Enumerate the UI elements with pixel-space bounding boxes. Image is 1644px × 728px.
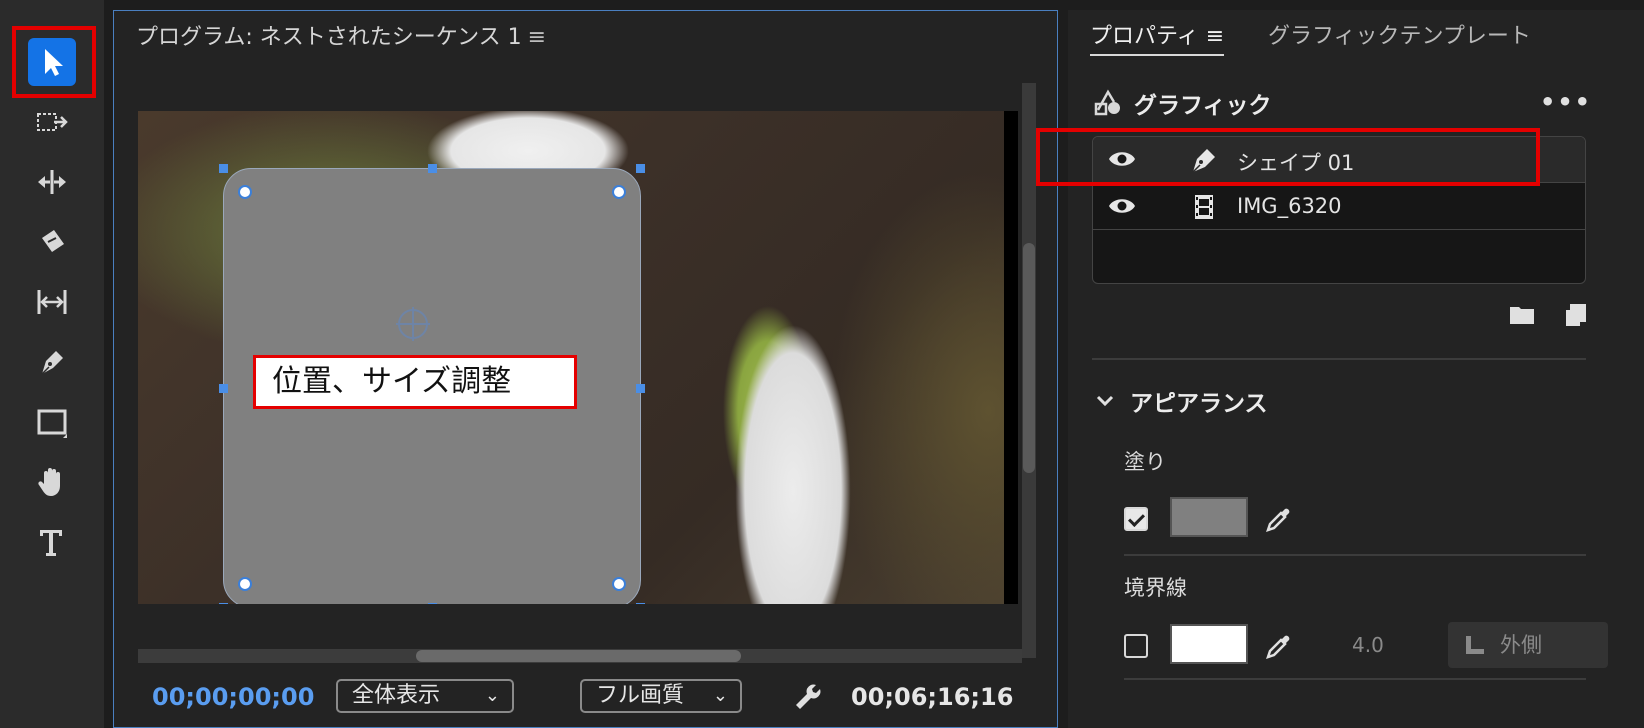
selection-tool[interactable] [28,38,76,86]
tab-properties[interactable]: プロパティ ≡ [1090,18,1225,56]
type-tool[interactable] [28,518,76,566]
resize-handle-bottom[interactable] [428,603,437,604]
resize-handle-top-left[interactable] [219,164,228,173]
stroke-position-label: 外側 [1500,633,1542,657]
arrow-icon [45,49,63,76]
fill-checkbox[interactable] [1124,507,1148,531]
track-select-forward-tool[interactable] [28,98,76,146]
folder-icon[interactable] [1508,300,1536,328]
corner-radius-handle[interactable] [238,185,252,199]
fill-label: 塗り [1124,450,1166,474]
wrench-icon[interactable] [794,683,824,713]
new-layer-icon[interactable] [1562,300,1590,328]
monitor-title-text: プログラム: ネストされたシーケンス 1 [136,25,522,50]
chevron-down-icon[interactable] [1094,390,1116,412]
resize-handle-left[interactable] [219,384,228,393]
eyedropper-icon[interactable] [1264,631,1294,661]
horizontal-scroll-thumb[interactable] [416,650,741,662]
tools-panel [0,0,104,728]
rectangle-tool[interactable] [28,398,76,446]
razor-tool[interactable] [28,218,76,266]
eyedropper-icon[interactable] [1264,504,1294,534]
corner-radius-handle[interactable] [612,577,626,591]
corner-radius-handle[interactable] [238,577,252,591]
pen-icon [1192,149,1215,173]
stroke-outer-icon [1466,636,1484,654]
stroke-color-swatch[interactable] [1170,624,1248,664]
current-timecode[interactable]: 00;00;00;00 [152,683,314,711]
hand-icon [38,468,60,496]
fill-color-swatch[interactable] [1170,497,1248,537]
slip-icon [37,290,67,314]
letterbox-bar [1004,111,1018,604]
horizontal-scrollbar[interactable] [138,649,1022,663]
resize-handle-bottom-left[interactable] [219,603,228,604]
vertical-scrollbar[interactable] [1022,83,1036,658]
ripple-edit-icon [38,170,66,194]
track-select-icon [37,113,68,131]
resize-handle-right[interactable] [636,384,645,393]
playback-quality-value: フル画質 [596,683,685,708]
rectangle-icon [37,409,67,438]
zoom-level-value: 全体表示 [352,683,441,708]
annotation-callout: 位置、サイズ調整 [253,355,577,409]
layer-name: IMG_6320 [1237,194,1342,218]
appearance-section-title[interactable]: アピアランス [1130,384,1268,418]
ripple-edit-tool[interactable] [28,158,76,206]
eye-icon[interactable] [1107,194,1137,218]
stroke-width-value[interactable]: 4.0 [1352,633,1384,657]
list-item-layer[interactable]: シェイプ 01 [1093,137,1585,183]
layer-name: シェイプ 01 [1237,151,1355,175]
tab-properties-label: プロパティ [1090,24,1199,49]
corner-radius-handle[interactable] [612,185,626,199]
stroke-label: 境界線 [1124,576,1187,600]
properties-panel: プロパティ ≡ グラフィックテンプレート グラフィック ••• シェイプ 01 … [1068,10,1644,728]
stroke-checkbox[interactable] [1124,634,1148,658]
section-divider [1124,554,1586,556]
hand-tool[interactable] [28,458,76,506]
resize-handle-top-right[interactable] [636,164,645,173]
slip-tool[interactable] [28,278,76,326]
vertical-scroll-thumb[interactable] [1023,243,1035,473]
film-icon [1195,195,1213,219]
chevron-down-icon: ⌄ [712,685,728,706]
chevron-down-icon: ⌄ [484,685,500,706]
pen-icon [41,351,63,375]
section-divider [1092,358,1586,360]
monitor-controls: 00;00;00;00 全体表示 ⌄ フル画質 ⌄ 00;06;16;16 [114,671,1054,723]
pen-tool[interactable] [28,338,76,386]
anchor-point-icon[interactable] [396,307,430,341]
razor-icon [42,230,64,252]
resize-handle-top[interactable] [428,164,437,173]
monitor-title: プログラム: ネストされたシーケンス 1 ≡ [136,19,546,51]
type-icon [40,530,62,556]
section-divider [1124,678,1586,680]
graphic-section-title: グラフィック [1134,93,1272,119]
resize-handle-bottom-right[interactable] [636,603,645,604]
stroke-position-button[interactable]: 外側 [1448,622,1608,668]
monitor-menu-icon[interactable]: ≡ [528,25,546,50]
layer-list: シェイプ 01 IMG_6320 [1092,136,1586,284]
zoom-level-select[interactable]: 全体表示 ⌄ [336,679,514,713]
playback-quality-select[interactable]: フル画質 ⌄ [580,679,742,713]
list-item-layer[interactable]: IMG_6320 [1093,184,1585,230]
eye-icon[interactable] [1107,147,1137,171]
tab-graphic-templates[interactable]: グラフィックテンプレート [1268,18,1531,50]
panel-menu-icon[interactable]: ≡ [1206,24,1224,49]
graphic-shapes-icon [1094,89,1120,116]
more-options-icon[interactable]: ••• [1540,88,1592,116]
duration-timecode: 00;06;16;16 [851,683,1014,711]
